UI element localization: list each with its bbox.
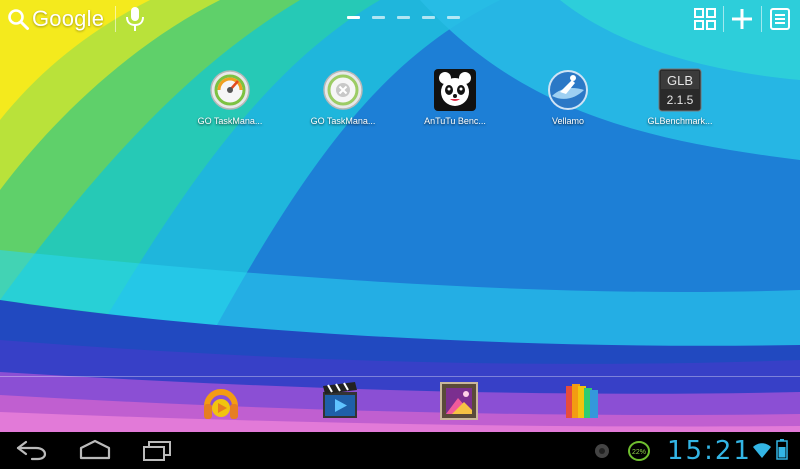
glb-badge-line1: GLB <box>667 73 693 88</box>
glbenchmark-icon: GLB 2.1.5 <box>658 68 702 112</box>
status-clock: 15:21 <box>667 436 752 466</box>
go-taskmanager-kill-icon <box>323 70 363 110</box>
page-dot-5 <box>447 16 460 19</box>
gallery-icon[interactable] <box>438 380 480 422</box>
home-page-indicator <box>347 16 472 19</box>
app-label: GO TaskMana... <box>197 116 263 126</box>
voice-search-mic-icon[interactable] <box>124 6 146 32</box>
divider <box>761 6 762 32</box>
play-music-icon[interactable] <box>200 380 242 422</box>
recent-apps-icon[interactable] <box>138 438 176 462</box>
glb-badge-line2: 2.1.5 <box>667 93 694 107</box>
app-label: Vellamo <box>551 116 585 126</box>
divider <box>723 6 724 32</box>
menu-list-icon[interactable] <box>767 6 793 32</box>
google-search-label: Google <box>32 6 105 31</box>
app-label: GO TaskMana... <box>310 116 376 126</box>
app-glbenchmark[interactable]: GLB 2.1.5 GLBenchmark... <box>624 68 736 127</box>
search-icon <box>8 9 29 30</box>
wallpaper <box>0 0 800 432</box>
battery-saver-icon: 22% <box>628 441 650 461</box>
page-dot-1 <box>347 16 360 19</box>
system-bar: 22% 15:21 <box>0 432 800 469</box>
books-icon[interactable] <box>562 380 604 422</box>
app-go-taskmanager-1[interactable]: GO TaskMana... <box>174 68 286 127</box>
app-vellamo[interactable]: Vellamo <box>512 68 624 127</box>
battery-saver-percent: 22% <box>632 449 646 456</box>
battery-icon <box>776 439 788 460</box>
top-bar: Google <box>0 0 800 38</box>
page-dot-4 <box>422 16 435 19</box>
home-icon[interactable] <box>76 438 114 462</box>
video-player-icon[interactable] <box>319 380 361 422</box>
dock-divider <box>0 376 800 377</box>
back-icon[interactable] <box>12 438 50 462</box>
google-search-bar[interactable]: Google <box>6 5 104 33</box>
app-label: GLBenchmark... <box>647 116 713 126</box>
antutu-panda-icon <box>434 69 476 111</box>
page-dot-2 <box>372 16 385 19</box>
page-dot-3 <box>397 16 410 19</box>
wifi-icon <box>753 443 771 458</box>
media-record-icon <box>595 444 609 458</box>
app-go-taskmanager-2[interactable]: GO TaskMana... <box>287 68 399 127</box>
divider <box>115 6 116 32</box>
go-taskmanager-gauge-icon <box>210 70 250 110</box>
add-widget-plus-icon[interactable] <box>729 6 755 32</box>
battery-saver-indicator: 22% <box>628 441 650 461</box>
all-apps-grid-icon[interactable] <box>692 6 718 32</box>
app-label: AnTuTu Benc... <box>424 116 486 126</box>
vellamo-surfer-icon <box>548 70 588 110</box>
app-antutu-benchmark[interactable]: AnTuTu Benc... <box>399 68 511 127</box>
